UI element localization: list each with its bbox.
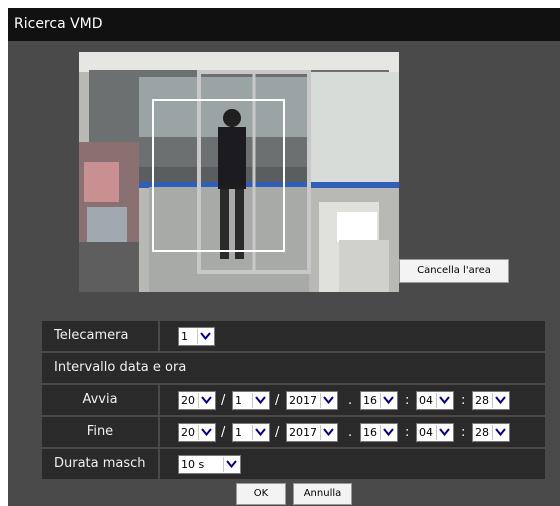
clear-area-button[interactable]: Cancella l'area xyxy=(399,259,509,283)
start-year-select[interactable]: 2017 xyxy=(286,391,338,410)
date-time-section: Intervallo data e ora xyxy=(42,353,545,383)
end-row: Fine 20 / 1 / 2017 . 16 : 04 : 28 xyxy=(42,417,545,447)
chevron-down-icon xyxy=(198,425,214,440)
vmd-search-dialog: Ricerca VMD Cancella l'area Telecamera 1… xyxy=(8,8,560,506)
chevron-down-icon xyxy=(492,425,508,440)
vmd-detection-area[interactable] xyxy=(152,99,285,252)
camera-preview[interactable] xyxy=(79,52,399,292)
start-second-select[interactable]: 28 xyxy=(472,391,510,410)
camera-select-value: 1 xyxy=(181,330,188,343)
start-minute-select[interactable]: 04 xyxy=(416,391,454,410)
camera-select[interactable]: 1 xyxy=(178,327,215,346)
chevron-down-icon xyxy=(320,393,336,408)
start-label: Avvia xyxy=(42,385,158,415)
mask-duration-row: Durata masch 10 s xyxy=(42,449,545,479)
end-hour-select[interactable]: 16 xyxy=(360,423,398,442)
camera-row: Telecamera 1 xyxy=(42,321,545,351)
chevron-down-icon xyxy=(436,425,452,440)
end-label: Fine xyxy=(42,417,158,447)
start-month-select[interactable]: 1 xyxy=(232,391,270,410)
end-minute-select[interactable]: 04 xyxy=(416,423,454,442)
start-row: Avvia 20 / 1 / 2017 . 16 : 04 : 28 xyxy=(42,385,545,415)
date-time-section-label: Intervallo data e ora xyxy=(42,353,545,383)
mask-duration-select[interactable]: 10 s xyxy=(178,455,241,474)
chevron-down-icon xyxy=(223,457,239,472)
mask-duration-label: Durata masch xyxy=(42,449,158,479)
chevron-down-icon xyxy=(320,425,336,440)
start-day-select[interactable]: 20 xyxy=(178,391,216,410)
chevron-down-icon xyxy=(492,393,508,408)
end-day-select[interactable]: 20 xyxy=(178,423,216,442)
end-second-select[interactable]: 28 xyxy=(472,423,510,442)
chevron-down-icon xyxy=(436,393,452,408)
ok-button[interactable]: OK xyxy=(236,483,286,505)
dialog-title: Ricerca VMD xyxy=(8,8,560,41)
chevron-down-icon xyxy=(380,393,396,408)
end-year-select[interactable]: 2017 xyxy=(286,423,338,442)
camera-label: Telecamera xyxy=(42,321,158,351)
cancel-button[interactable]: Annulla xyxy=(293,483,352,505)
chevron-down-icon xyxy=(380,425,396,440)
chevron-down-icon xyxy=(252,393,268,408)
mask-duration-value: 10 s xyxy=(181,458,205,471)
end-month-select[interactable]: 1 xyxy=(232,423,270,442)
start-hour-select[interactable]: 16 xyxy=(360,391,398,410)
chevron-down-icon xyxy=(197,329,213,344)
chevron-down-icon xyxy=(198,393,214,408)
chevron-down-icon xyxy=(252,425,268,440)
